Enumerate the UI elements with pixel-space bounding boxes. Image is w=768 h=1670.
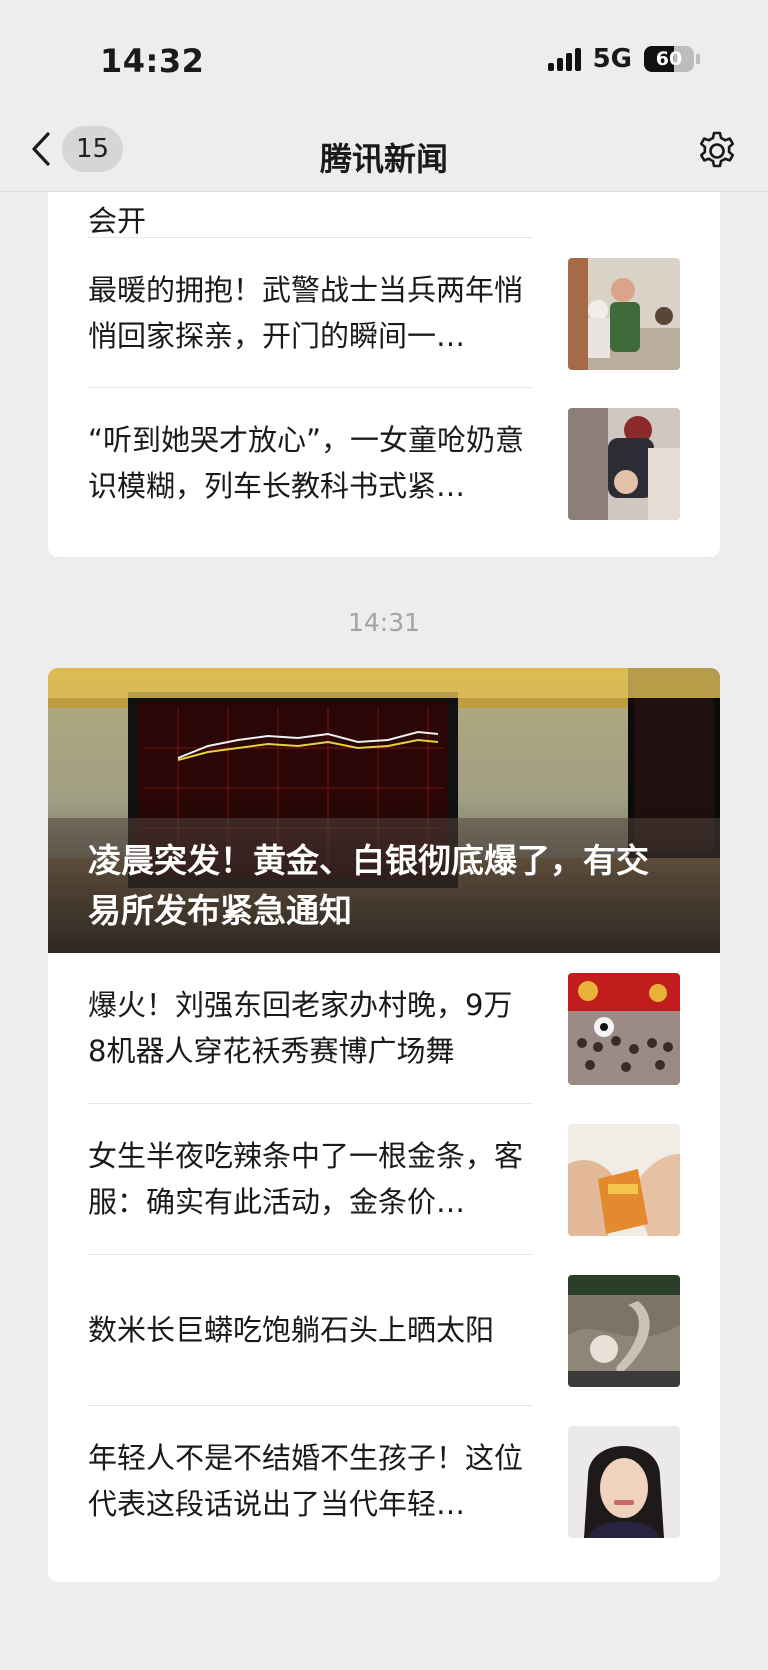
page-title: 腾讯新闻 bbox=[319, 140, 448, 178]
nav-bar: 15 腾讯新闻 bbox=[0, 112, 768, 192]
news-item[interactable]: “听到她哭才放心”，一女童呛奶意识模糊，列车长教科书式紧… bbox=[88, 388, 680, 538]
gear-icon[interactable] bbox=[696, 130, 738, 172]
news-thumbnail bbox=[568, 973, 680, 1085]
news-item[interactable]: 女生半夜吃辣条中了一根金条，客服：确实有此活动，金条价… bbox=[88, 1104, 680, 1254]
battery-level: 60 bbox=[655, 48, 683, 70]
news-thumbnail bbox=[568, 1275, 680, 1387]
news-card: 凌晨突发！黄金、白银彻底爆了，有交易所发布紧急通知 爆火！刘强东回老家办村晚，9… bbox=[48, 668, 720, 1582]
news-item-title: 爆火！刘强东回老家办村晚，9万8机器人穿花袄秀赛博广场舞 bbox=[88, 988, 513, 1068]
news-item-title: “听到她哭才放心”，一女童呛奶意识模糊，列车长教科书式紧… bbox=[88, 423, 525, 503]
battery-icon: 60 bbox=[644, 46, 700, 72]
timestamp-separator: 14:31 bbox=[347, 608, 421, 637]
news-card: 会开 最暖的拥抱！武警战士当兵两年悄悄回家探亲，开门的瞬间一… “听到她哭才放心… bbox=[48, 150, 720, 557]
news-thumbnail bbox=[568, 258, 680, 370]
news-item-title: 数米长巨蟒吃饱躺石头上晒太阳 bbox=[88, 1313, 495, 1347]
hero-news-title: 凌晨突发！黄金、白银彻底爆了，有交易所发布紧急通知 bbox=[88, 841, 649, 930]
status-indicators: 5G 60 bbox=[547, 44, 700, 74]
news-item-title: 最暖的拥抱！武警战士当兵两年悄悄回家探亲，开门的瞬间一… bbox=[88, 273, 524, 353]
news-thumbnail bbox=[568, 1426, 680, 1538]
network-type: 5G bbox=[592, 44, 632, 74]
news-item[interactable]: 数米长巨蟒吃饱躺石头上晒太阳 bbox=[88, 1255, 680, 1405]
signal-icon bbox=[547, 47, 581, 71]
news-thumbnail bbox=[568, 408, 680, 520]
status-time: 14:32 bbox=[100, 42, 205, 80]
news-item[interactable]: 年轻人不是不结婚不生孩子！这位代表这段话说出了当代年轻… bbox=[88, 1406, 680, 1556]
news-item-title: 年轻人不是不结婚不生孩子！这位代表这段话说出了当代年轻… bbox=[88, 1441, 524, 1521]
news-item[interactable]: 爆火！刘强东回老家办村晚，9万8机器人穿花袄秀赛博广场舞 bbox=[88, 953, 680, 1103]
status-bar: 14:32 5G 60 bbox=[0, 0, 768, 112]
news-thumbnail bbox=[568, 1124, 680, 1236]
news-item-title: 女生半夜吃辣条中了一根金条，客服：确实有此活动，金条价… bbox=[88, 1139, 524, 1219]
news-item[interactable]: 最暖的拥抱！武警战士当兵两年悄悄回家探亲，开门的瞬间一… bbox=[88, 238, 680, 388]
hero-news-item[interactable]: 凌晨突发！黄金、白银彻底爆了，有交易所发布紧急通知 bbox=[48, 668, 720, 953]
